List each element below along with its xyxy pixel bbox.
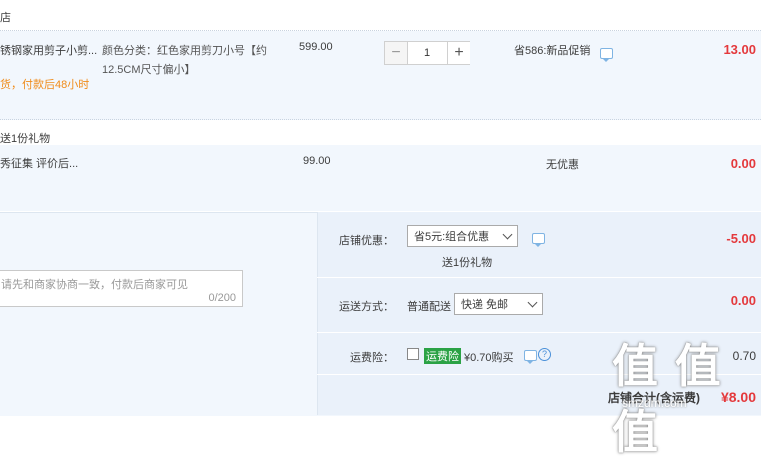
chat-icon[interactable] bbox=[524, 350, 537, 364]
chat-icon[interactable] bbox=[532, 233, 545, 247]
item-subtotal: 13.00 bbox=[723, 42, 756, 57]
item-row: 锈钢家用剪子小剪... 货，付款后48小时 颜色分类：红色家用剪刀小号【约 12… bbox=[0, 31, 761, 120]
promo-label: 省586:新品促销 bbox=[514, 45, 591, 57]
quantity-stepper: − 1 + bbox=[384, 41, 470, 65]
shop-title: 店 bbox=[0, 12, 11, 24]
shop-discount-label: 店铺优惠： bbox=[339, 235, 394, 247]
gift-name-link[interactable]: 秀征集 评价后... bbox=[0, 155, 78, 171]
help-icon[interactable]: ? bbox=[538, 348, 551, 361]
shop-discount-selected: 省5元:组合优惠 bbox=[414, 231, 490, 243]
insurance-checkbox[interactable] bbox=[407, 348, 419, 360]
gift-note: 送1份礼物 bbox=[442, 257, 493, 269]
message-placeholder: 请先和商家协商一致，付款后商家可见 bbox=[1, 279, 188, 291]
increase-button[interactable]: + bbox=[447, 42, 470, 64]
chat-icon[interactable] bbox=[600, 48, 613, 62]
shop-discount-amount: -5.00 bbox=[726, 231, 756, 246]
sku-line-2: 12.5CM尺寸偏小】 bbox=[102, 64, 196, 76]
insurance-label: 运费险： bbox=[350, 352, 394, 364]
gift-section-title: 送1份礼物 bbox=[0, 133, 51, 145]
unit-price: 599.00 bbox=[299, 41, 333, 53]
gift-unit-price: 99.00 bbox=[303, 155, 331, 167]
message-counter: 0/200 bbox=[208, 292, 236, 304]
decrease-button[interactable]: − bbox=[385, 42, 408, 64]
delivery-selected: 快递 免邮 bbox=[461, 299, 509, 311]
chevron-down-icon bbox=[502, 229, 513, 240]
chevron-down-icon bbox=[527, 297, 538, 308]
site-watermark-url: smzdm.com bbox=[622, 396, 687, 410]
gift-row: 秀征集 评价后... 99.00 无优惠 0.00 bbox=[0, 145, 761, 211]
gift-subtotal: 0.00 bbox=[730, 156, 756, 171]
shop-discount-select[interactable]: 省5元:组合优惠 bbox=[407, 225, 518, 247]
insurance-price: ¥0.70购买 bbox=[464, 352, 514, 364]
message-textarea[interactable]: 请先和商家协商一致，付款后商家可见 0/200 bbox=[0, 270, 243, 307]
shop-header: 店 bbox=[0, 0, 761, 31]
shipping-note: 货，付款后48小时 bbox=[0, 79, 90, 91]
delivery-label: 运送方式： bbox=[339, 301, 394, 313]
sku-line-1: 颜色分类：红色家用剪刀小号【约 bbox=[102, 45, 267, 57]
delivery-method: 普通配送 bbox=[407, 301, 451, 313]
quantity-input[interactable]: 1 bbox=[409, 42, 445, 64]
insurance-badge: 运费险 bbox=[424, 348, 461, 364]
gift-promo-label: 无优惠 bbox=[546, 159, 579, 171]
delivery-amount: 0.00 bbox=[730, 293, 756, 308]
delivery-select[interactable]: 快递 免邮 bbox=[454, 293, 543, 315]
item-name-link[interactable]: 锈钢家用剪子小剪... bbox=[0, 42, 97, 58]
